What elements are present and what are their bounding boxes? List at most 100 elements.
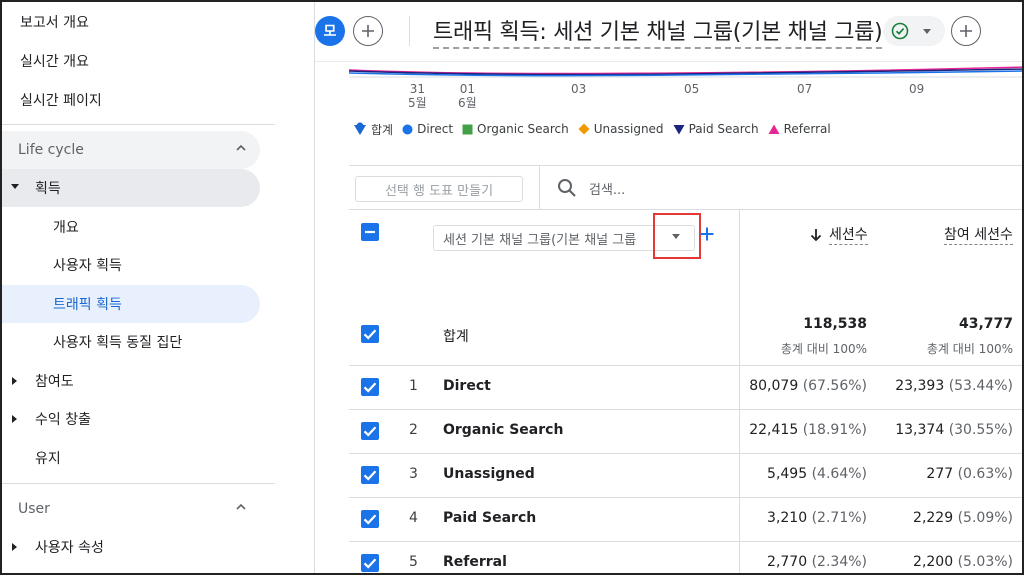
legend-label: Paid Search — [688, 122, 759, 136]
engaged-value: 13,374 — [895, 422, 945, 438]
group-acquisition[interactable]: 획득 — [2, 169, 260, 207]
row-channel-name[interactable]: Organic Search — [443, 422, 563, 438]
caret-right-icon — [12, 415, 17, 423]
legend-item-organic-search[interactable]: Organic Search — [462, 122, 569, 136]
plot-rows-button[interactable]: 선택 행 도표 만들기 — [355, 176, 523, 202]
row-channel-name[interactable]: Referral — [443, 554, 507, 570]
row-engaged-sessions: 2,229 (5.09%) — [913, 510, 1013, 526]
caret-right-icon — [12, 543, 17, 551]
total-engaged: 43,777 — [958, 316, 1013, 332]
date-tick: 09 — [909, 82, 925, 96]
metric-header-sessions[interactable]: 세션수 — [809, 224, 868, 245]
group-label: 수익 창출 — [35, 412, 91, 428]
row-divider — [349, 541, 1022, 542]
report-header: 모 트래픽 획득: 세션 기본 채널 그룹(기본 채널 그룹) — [315, 2, 1022, 62]
add-dimension-button[interactable] — [700, 224, 714, 246]
sessions-value: 2,770 — [767, 554, 808, 570]
main-content: 모 트래픽 획득: 세션 기본 채널 그룹(기본 채널 그룹) 31 5월 01 6… — [315, 2, 1022, 573]
item-label: 개요 — [53, 220, 79, 236]
engaged-pct: (0.63%) — [957, 466, 1013, 482]
row-sessions: 3,210 (2.71%) — [767, 510, 867, 526]
sort-arrow-down-icon — [810, 228, 822, 241]
total-pin-icon — [354, 122, 366, 135]
add-button[interactable] — [951, 16, 981, 46]
legend-item-total[interactable]: 합계 — [353, 121, 393, 138]
row-engaged-sessions: 13,374 (30.55%) — [895, 422, 1013, 438]
row-engaged-sessions: 23,393 (53.44%) — [895, 378, 1013, 394]
nav-realtime-overview[interactable]: 실시간 개요 — [20, 42, 89, 80]
legend-label: Direct — [417, 122, 454, 136]
engaged-pct: (53.44%) — [948, 378, 1013, 394]
caret-down-icon — [923, 28, 931, 34]
nav-realtime-pages[interactable]: 실시간 페이지 — [20, 81, 102, 119]
metric-header-engaged-sessions[interactable]: 참여 세션수 — [944, 224, 1013, 245]
total-row-checkbox[interactable] — [361, 325, 379, 343]
sessions-value: 3,210 — [767, 510, 808, 526]
group-label: 참여도 — [35, 374, 74, 390]
nav-report-overview[interactable]: 보고서 개요 — [20, 3, 89, 41]
group-engagement[interactable]: 참여도 — [2, 362, 260, 400]
row-channel-name[interactable]: Direct — [443, 378, 491, 394]
row-checkbox[interactable] — [361, 554, 379, 572]
search-input[interactable]: 검색... — [589, 179, 625, 198]
row-engaged-sessions: 2,200 (5.03%) — [913, 554, 1013, 570]
date-tick: 05 — [684, 82, 700, 96]
group-label: 획득 — [35, 181, 61, 197]
sidebar-item-traffic-acquisition[interactable]: 트래픽 획득 — [2, 285, 260, 323]
status-pill[interactable] — [883, 16, 945, 46]
plus-icon — [362, 25, 374, 37]
total-sessions: 118,538 — [803, 316, 867, 332]
sessions-value: 80,079 — [749, 378, 799, 394]
section-label: User — [18, 501, 50, 517]
sessions-pct: (4.64%) — [811, 466, 867, 482]
check-icon — [363, 426, 377, 437]
check-icon — [363, 382, 377, 393]
table-search[interactable]: 검색... — [557, 178, 625, 198]
sessions-pct: (2.34%) — [811, 554, 867, 570]
divider — [2, 483, 275, 484]
row-checkbox[interactable] — [361, 378, 379, 396]
engaged-value: 2,200 — [913, 554, 954, 570]
legend-item-referral[interactable]: Referral — [768, 122, 831, 136]
dimension-dropdown-button[interactable] — [672, 234, 680, 239]
add-comparison-button[interactable] — [353, 16, 383, 46]
comparison-avatar[interactable]: 모 — [315, 16, 345, 46]
sidebar-item-acquisition-cohort[interactable]: 사용자 획득 동질 집단 — [2, 323, 260, 361]
row-divider — [349, 409, 1022, 410]
legend-item-unassigned[interactable]: Unassigned — [578, 122, 664, 136]
caret-right-icon — [12, 377, 17, 385]
legend-item-paid-search[interactable]: Paid Search — [673, 122, 759, 136]
sidebar-item-overview[interactable]: 개요 — [2, 208, 260, 246]
date-tick: 31 5월 — [408, 82, 427, 110]
sessions-pct: (18.91%) — [802, 422, 867, 438]
section-user[interactable]: User — [2, 490, 260, 528]
row-sessions: 22,415 (18.91%) — [749, 422, 867, 438]
sidebar-item-user-acquisition[interactable]: 사용자 획득 — [2, 246, 260, 284]
select-all-checkbox[interactable] — [361, 223, 379, 241]
row-checkbox[interactable] — [361, 510, 379, 528]
section-lifecycle[interactable]: Life cycle — [2, 131, 260, 169]
total-engaged-note: 총계 대비 100% — [926, 342, 1013, 356]
check-icon — [363, 558, 377, 569]
diamond-icon — [578, 123, 590, 135]
row-rank: 5 — [409, 554, 418, 570]
group-retention[interactable]: 유지 — [2, 439, 260, 477]
group-user-properties[interactable]: 사용자 속성 — [2, 528, 260, 566]
engaged-pct: (5.09%) — [957, 510, 1013, 526]
item-label: 사용자 획득 동질 집단 — [53, 335, 183, 351]
engaged-value: 23,393 — [895, 378, 945, 394]
check-icon — [363, 514, 377, 525]
triangle-down-icon — [673, 124, 685, 134]
table-toolbar: 선택 행 도표 만들기 검색... — [349, 166, 1022, 210]
sessions-pct: (67.56%) — [802, 378, 867, 394]
row-sessions: 80,079 (67.56%) — [749, 378, 867, 394]
row-checkbox[interactable] — [361, 466, 379, 484]
row-channel-name[interactable]: Paid Search — [443, 510, 536, 526]
group-monetization[interactable]: 수익 창출 — [2, 400, 260, 438]
chevron-up-icon — [236, 503, 246, 510]
row-channel-name[interactable]: Unassigned — [443, 466, 535, 482]
legend-item-direct[interactable]: Direct — [402, 122, 453, 136]
date-tick: 03 — [571, 82, 587, 96]
row-checkbox[interactable] — [361, 422, 379, 440]
chart-legend: 합계 Direct Organic Search Unassigned Paid… — [353, 120, 840, 138]
